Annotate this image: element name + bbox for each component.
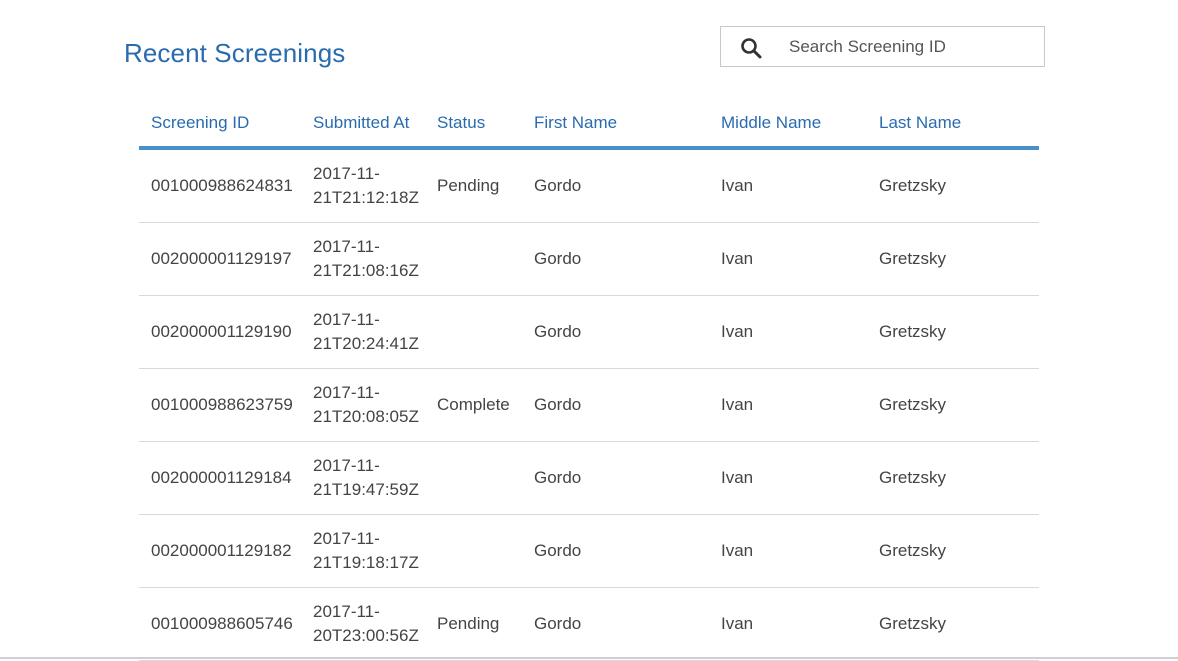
cell-first-name: Gordo [522, 587, 709, 661]
cell-status [425, 514, 522, 588]
cell-middle-name: Ivan [709, 222, 867, 296]
submitted-time: 21T19:47:59Z [313, 480, 419, 499]
screenings-table-wrap: Screening ID Submitted At Status First N… [139, 100, 1039, 661]
table-row[interactable]: 001000988623759 2017-11- 21T20:08:05Z Com… [139, 368, 1039, 442]
cell-status: Pending [425, 148, 522, 223]
cell-first-name: Gordo [522, 441, 709, 515]
cell-status [425, 222, 522, 296]
cell-last-name: Gretzsky [867, 441, 1039, 515]
submitted-date: 2017-11- [313, 602, 380, 621]
cell-status [425, 295, 522, 369]
cell-first-name: Gordo [522, 295, 709, 369]
cell-middle-name: Ivan [709, 514, 867, 588]
table-row[interactable]: 002000001129197 2017-11- 21T21:08:16Z Gor… [139, 222, 1039, 296]
cell-screening-id: 002000001129197 [139, 222, 301, 296]
column-header-status[interactable]: Status [425, 100, 522, 150]
submitted-date: 2017-11- [313, 237, 380, 256]
cell-first-name: Gordo [522, 514, 709, 588]
cell-status: Pending [425, 587, 522, 661]
cell-screening-id: 002000001129184 [139, 441, 301, 515]
cell-last-name: Gretzsky [867, 514, 1039, 588]
viewport-bottom-divider [0, 657, 1178, 659]
cell-first-name: Gordo [522, 222, 709, 296]
submitted-date: 2017-11- [313, 164, 380, 183]
cell-middle-name: Ivan [709, 587, 867, 661]
submitted-date: 2017-11- [313, 456, 380, 475]
cell-status: Complete [425, 368, 522, 442]
cell-middle-name: Ivan [709, 148, 867, 223]
submitted-time: 21T21:08:16Z [313, 261, 419, 280]
cell-submitted-at: 2017-11- 21T19:47:59Z [301, 441, 425, 515]
cell-middle-name: Ivan [709, 441, 867, 515]
column-header-first-name[interactable]: First Name [522, 100, 709, 150]
table-row[interactable]: 001000988605746 2017-11- 20T23:00:56Z Pen… [139, 587, 1039, 661]
cell-middle-name: Ivan [709, 368, 867, 442]
cell-middle-name: Ivan [709, 295, 867, 369]
cell-screening-id: 002000001129190 [139, 295, 301, 369]
cell-submitted-at: 2017-11- 21T21:12:18Z [301, 148, 425, 223]
cell-submitted-at: 2017-11- 21T19:18:17Z [301, 514, 425, 588]
cell-status [425, 441, 522, 515]
column-header-last-name[interactable]: Last Name [867, 100, 1039, 150]
cell-submitted-at: 2017-11- 21T21:08:16Z [301, 222, 425, 296]
page: Recent Screenings Screening ID Submitted… [0, 0, 1178, 661]
table-row[interactable]: 002000001129190 2017-11- 21T20:24:41Z Gor… [139, 295, 1039, 369]
cell-screening-id: 002000001129182 [139, 514, 301, 588]
column-header-screening-id[interactable]: Screening ID [139, 100, 301, 150]
cell-submitted-at: 2017-11- 21T20:08:05Z [301, 368, 425, 442]
table-row[interactable]: 001000988624831 2017-11- 21T21:12:18Z Pen… [139, 148, 1039, 223]
table-row[interactable]: 002000001129184 2017-11- 21T19:47:59Z Gor… [139, 441, 1039, 515]
column-header-middle-name[interactable]: Middle Name [709, 100, 867, 150]
cell-last-name: Gretzsky [867, 295, 1039, 369]
table-header-row: Screening ID Submitted At Status First N… [139, 100, 1039, 150]
cell-submitted-at: 2017-11- 20T23:00:56Z [301, 587, 425, 661]
search-box[interactable] [720, 26, 1045, 67]
cell-last-name: Gretzsky [867, 222, 1039, 296]
cell-first-name: Gordo [522, 148, 709, 223]
cell-last-name: Gretzsky [867, 148, 1039, 223]
table-row[interactable]: 002000001129182 2017-11- 21T19:18:17Z Gor… [139, 514, 1039, 588]
submitted-date: 2017-11- [313, 383, 380, 402]
submitted-time: 20T23:00:56Z [313, 626, 419, 645]
page-title: Recent Screenings [124, 38, 346, 68]
screenings-table: Screening ID Submitted At Status First N… [139, 100, 1039, 661]
cell-first-name: Gordo [522, 368, 709, 442]
submitted-time: 21T20:24:41Z [313, 334, 419, 353]
search-icon[interactable] [740, 37, 762, 59]
cell-submitted-at: 2017-11- 21T20:24:41Z [301, 295, 425, 369]
search-input[interactable] [789, 27, 1034, 66]
cell-last-name: Gretzsky [867, 368, 1039, 442]
submitted-time: 21T20:08:05Z [313, 407, 419, 426]
cell-screening-id: 001000988605746 [139, 587, 301, 661]
submitted-date: 2017-11- [313, 529, 380, 548]
cell-last-name: Gretzsky [867, 587, 1039, 661]
column-header-submitted-at[interactable]: Submitted At [301, 100, 425, 150]
submitted-time: 21T19:18:17Z [313, 553, 419, 572]
submitted-date: 2017-11- [313, 310, 380, 329]
submitted-time: 21T21:12:18Z [313, 188, 419, 207]
cell-screening-id: 001000988623759 [139, 368, 301, 442]
cell-screening-id: 001000988624831 [139, 148, 301, 223]
